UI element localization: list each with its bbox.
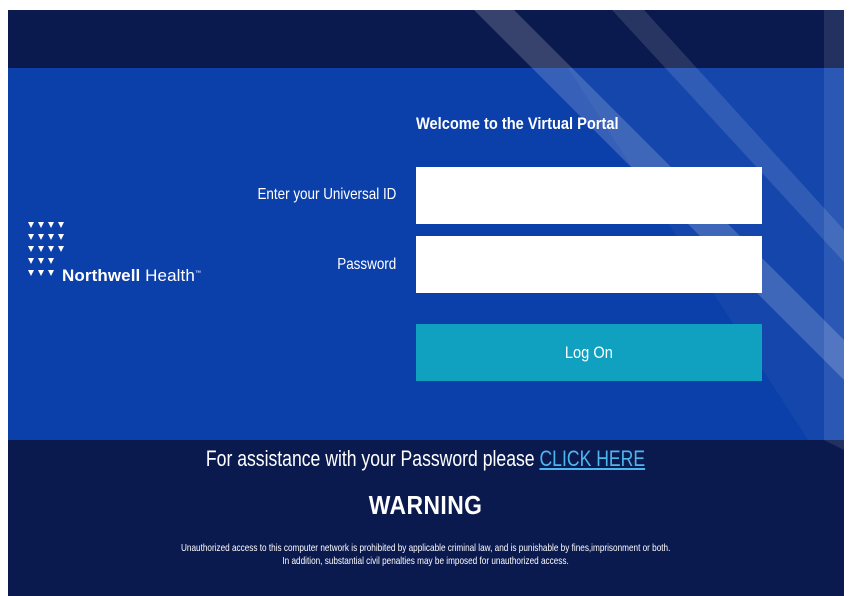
log-on-label: Log On	[565, 342, 613, 362]
password-assistance: For assistance with your Password please…	[8, 446, 844, 472]
log-on-button[interactable]: Log On	[416, 324, 762, 381]
brand-name: Northwell Health™	[62, 266, 201, 286]
warning-line-2: In addition, substantial civil penalties…	[282, 555, 570, 567]
password-label: Password	[336, 256, 396, 273]
welcome-heading: Welcome to the Virtual Portal	[416, 114, 619, 133]
universal-id-label: Enter your Universal ID	[257, 186, 396, 203]
brand-name-light: Health	[140, 266, 195, 285]
click-here-link[interactable]: CLICK HERE	[540, 446, 646, 471]
password-input[interactable]	[416, 236, 762, 293]
portal-page: Northwell Health™ Welcome to the Virtual…	[8, 10, 844, 596]
warning-line-1: Unauthorized access to this computer net…	[181, 542, 671, 554]
top-band	[8, 10, 844, 68]
northwell-logo: Northwell Health™	[28, 216, 228, 286]
universal-id-input[interactable]	[416, 167, 762, 224]
warning-title-text: WARNING	[369, 490, 483, 520]
warning-title: WARNING	[8, 490, 844, 521]
assistance-text: For assistance with your Password please	[206, 446, 540, 471]
warning-notice: Unauthorized access to this computer net…	[8, 542, 844, 568]
trademark-mark: ™	[194, 270, 202, 277]
brand-name-bold: Northwell	[62, 266, 141, 285]
